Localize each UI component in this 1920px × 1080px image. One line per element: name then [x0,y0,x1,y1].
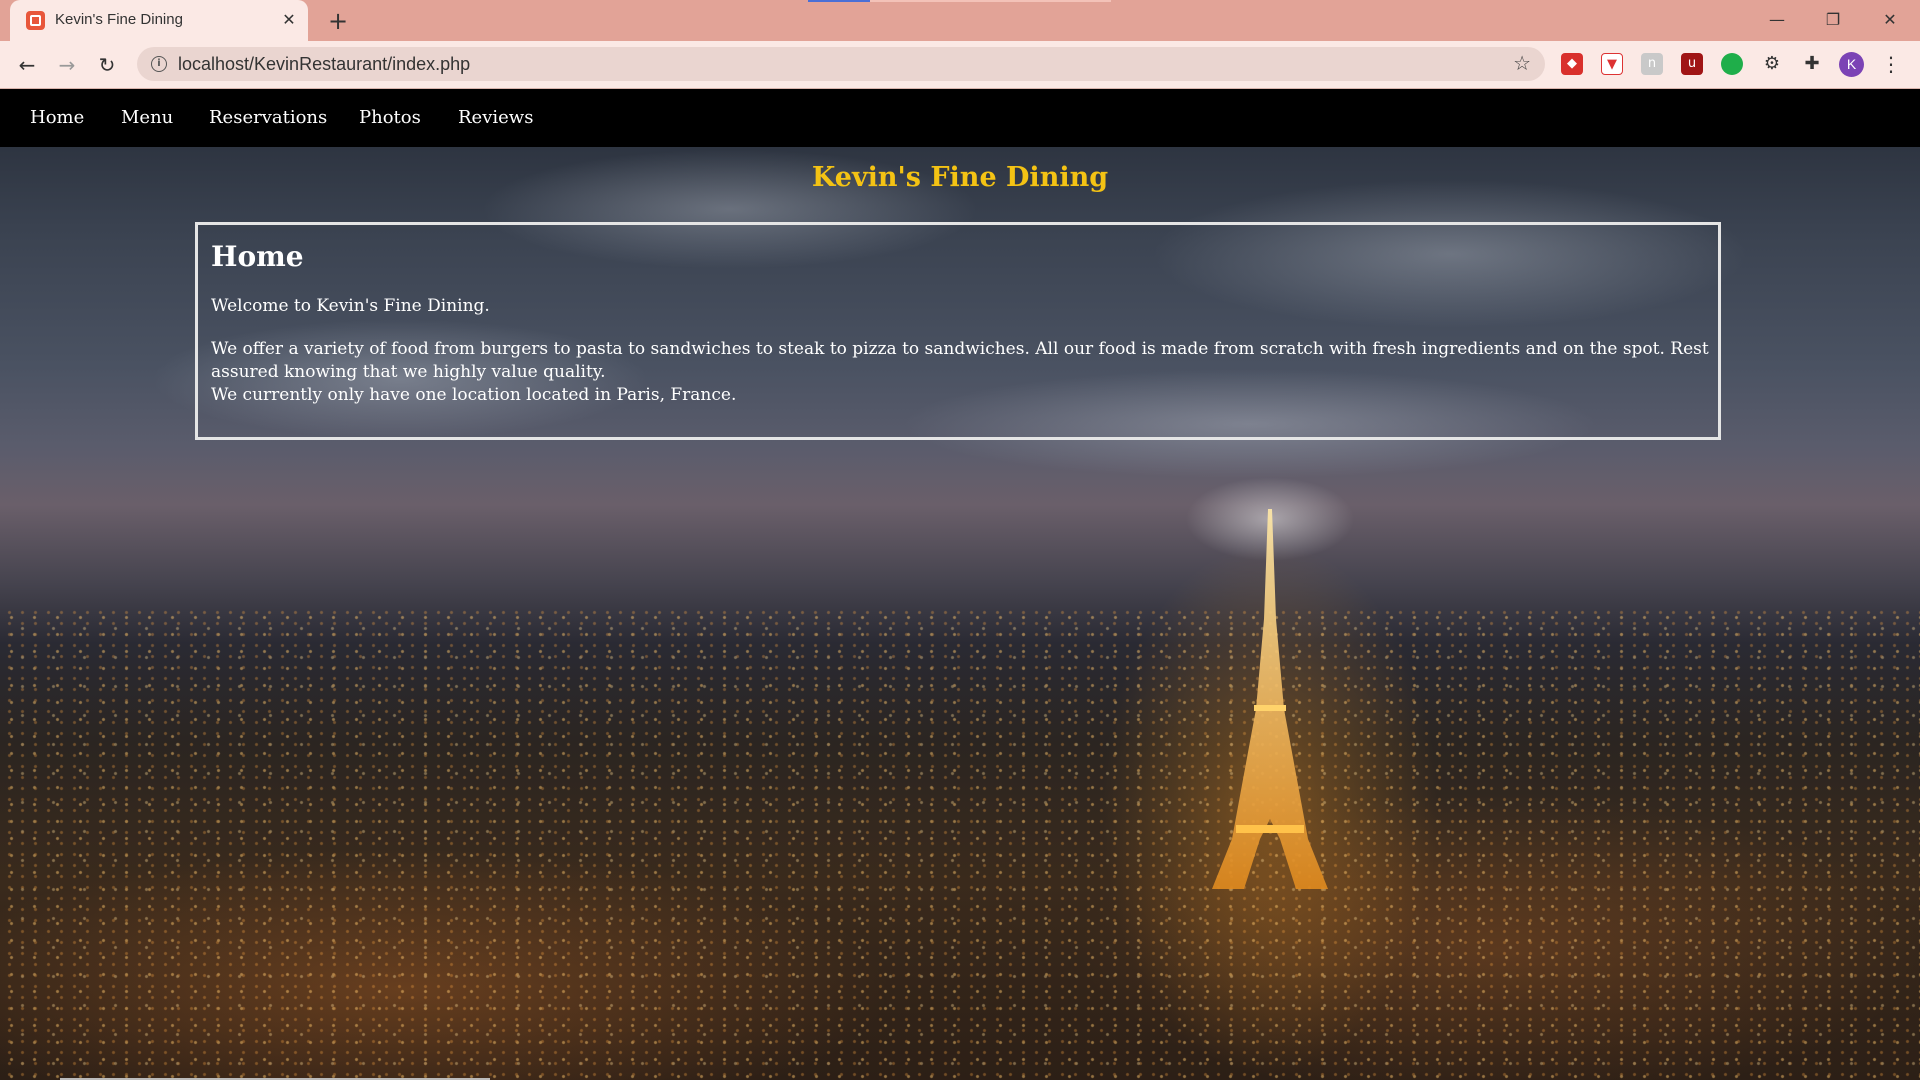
nav-home[interactable]: Home [30,107,84,128]
forward-button[interactable]: → [53,51,81,79]
close-window-button[interactable]: ✕ [1878,8,1902,32]
tab-title: Kevin's Fine Dining [55,11,183,28]
nav-photos[interactable]: Photos [359,107,421,128]
location-text: We currently only have one location loca… [211,385,737,405]
green-dot-icon[interactable] [1721,53,1743,75]
browser-tab[interactable]: Kevin's Fine Dining ✕ [10,0,308,41]
loading-indicator [808,0,1111,2]
ublock-icon[interactable]: u [1681,53,1703,75]
eiffel-tower-image [1212,509,1328,889]
page-viewport: Home Menu Reservations Photos Reviews Ke… [0,89,1920,1080]
browser-titlebar: Kevin's Fine Dining ✕ + — ❐ ✕ [0,0,1920,41]
url-text[interactable]: localhost/KevinRestaurant/index.php [178,54,470,75]
new-tab-button[interactable]: + [324,7,352,35]
puzzle-icon[interactable]: ✚ [1801,53,1823,75]
site-title: Kevin's Fine Dining [811,162,1109,193]
welcome-text: Welcome to Kevin's Fine Dining. [211,296,490,316]
restore-button[interactable]: ❐ [1821,8,1845,32]
tab-close-icon[interactable]: ✕ [278,9,300,31]
content-panel: Home Welcome to Kevin's Fine Dining. We … [195,222,1721,440]
content-body: Welcome to Kevin's Fine Dining. We offer… [211,295,1711,407]
browser-menu-icon[interactable]: ⋮ [1880,50,1902,78]
reload-button[interactable]: ↻ [93,51,121,79]
pocket-icon[interactable]: ▼ [1601,53,1623,75]
favicon-icon [26,11,45,30]
nav-reviews[interactable]: Reviews [458,107,533,128]
info-icon[interactable]: i [151,56,167,72]
bookmark-star-icon[interactable]: ☆ [1513,51,1531,75]
city-lights-backdrop [0,609,1920,1080]
page-heading: Home [211,240,304,273]
site-nav: Home Menu Reservations Photos Reviews [0,89,1920,147]
nav-reservations[interactable]: Reservations [209,107,327,128]
grey-extension-icon[interactable]: n [1641,53,1663,75]
offer-text: We offer a variety of food from burgers … [211,339,1709,382]
address-bar[interactable]: i localhost/KevinRestaurant/index.php ☆ [137,47,1545,81]
shield-icon[interactable]: ◆ [1561,53,1583,75]
gear-bug-icon[interactable]: ⚙ [1761,53,1783,75]
minimize-button[interactable]: — [1765,8,1789,32]
profile-avatar[interactable]: K [1839,52,1864,77]
nav-menu[interactable]: Menu [121,107,173,128]
back-button[interactable]: ← [13,51,41,79]
browser-toolbar: ← → ↻ i localhost/KevinRestaurant/index.… [0,41,1920,89]
